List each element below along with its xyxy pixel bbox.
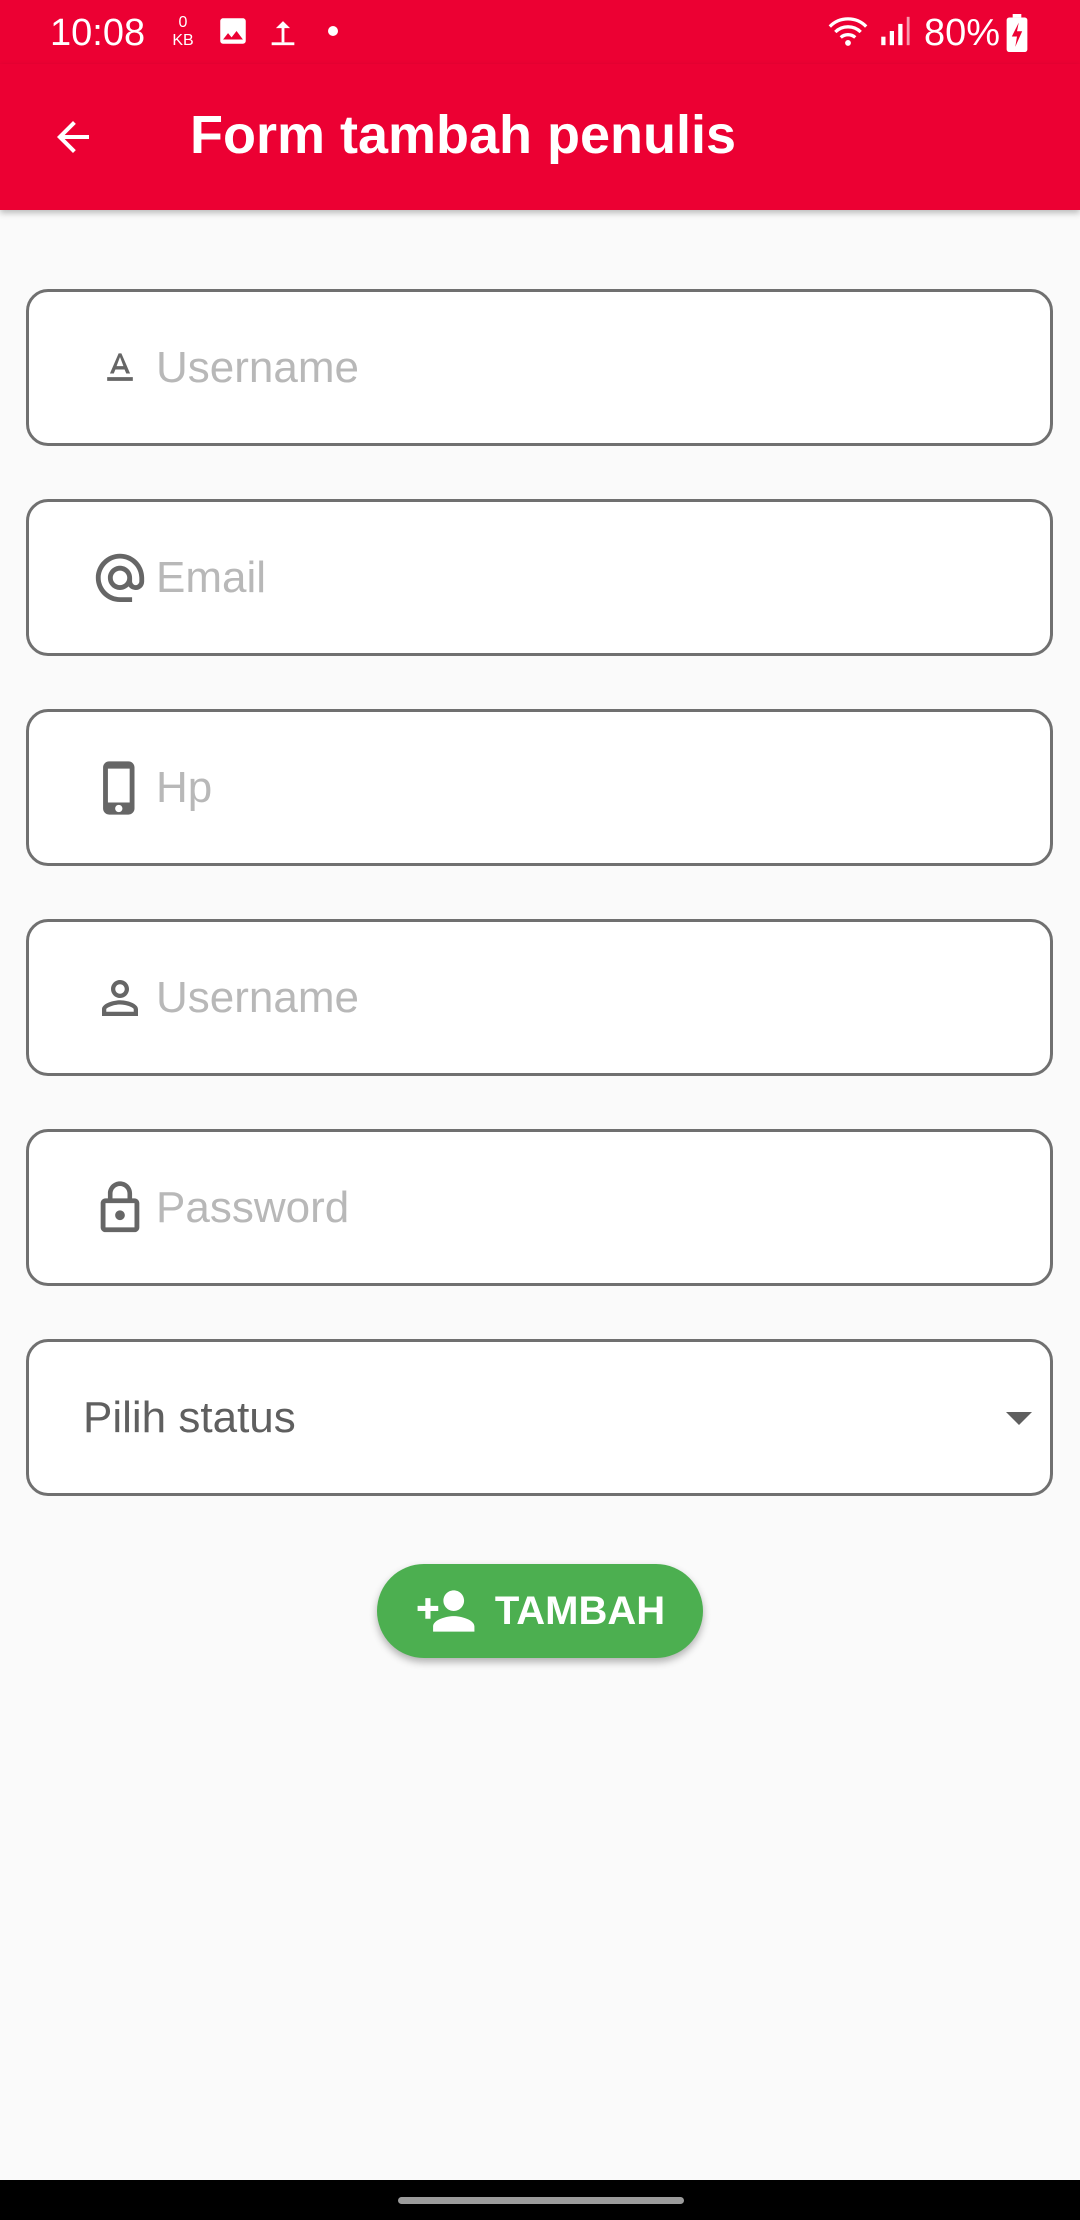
home-gesture-handle[interactable] — [398, 2197, 684, 2204]
password-input[interactable] — [156, 1162, 1016, 1254]
data-counter: 0 KB — [171, 14, 195, 50]
notification-dot — [328, 26, 338, 36]
battery-percent: 80% — [924, 12, 1001, 54]
data-counter-value: 0 — [178, 14, 188, 31]
account-username-field[interactable] — [26, 919, 1053, 1076]
image-icon — [220, 18, 246, 44]
status-select-label: Pilih status — [83, 1393, 296, 1442]
back-button[interactable] — [36, 100, 110, 174]
username-input[interactable] — [156, 322, 1016, 414]
phone-field[interactable] — [26, 709, 1053, 866]
wifi-icon — [828, 17, 868, 46]
battery-charging-icon — [1006, 14, 1028, 52]
person-icon — [102, 979, 138, 1016]
account-username-input[interactable] — [156, 952, 1016, 1044]
phone-icon — [103, 760, 135, 815]
email-field[interactable] — [26, 499, 1053, 656]
arrow-back-icon — [57, 121, 89, 153]
status-bar: 10:08 0 KB 80% — [0, 0, 1080, 64]
signal-icon — [881, 16, 910, 46]
lock-icon — [100, 1180, 140, 1232]
navigation-bar — [0, 2180, 1080, 2220]
app-bar: Form tambah penulis — [0, 64, 1080, 210]
at-sign-icon — [95, 553, 145, 602]
page-title: Form tambah penulis — [190, 105, 737, 165]
status-time: 10:08 — [50, 12, 146, 54]
password-field[interactable] — [26, 1129, 1053, 1286]
email-input[interactable] — [156, 532, 1016, 624]
upload-icon — [271, 21, 295, 46]
username-field[interactable] — [26, 289, 1053, 446]
phone-input[interactable] — [156, 742, 1016, 834]
person-add-icon — [417, 1590, 475, 1632]
tambah-button-label: TAMBAH — [494, 1588, 666, 1633]
data-counter-unit: KB — [172, 32, 194, 49]
status-select[interactable]: Pilih status — [26, 1339, 1053, 1496]
tambah-button[interactable]: TAMBAH — [377, 1564, 703, 1658]
dropdown-arrow-icon — [1006, 1412, 1032, 1425]
text-format-icon — [107, 352, 133, 381]
